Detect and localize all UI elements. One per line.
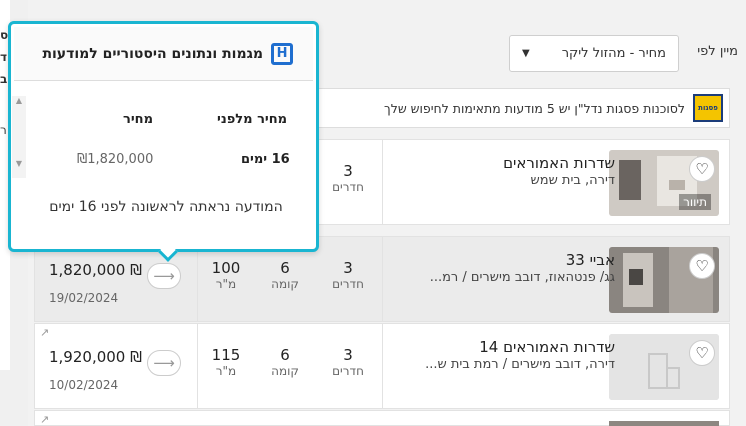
chevron-down-icon: ▼: [522, 48, 530, 59]
scroll-up-icon[interactable]: ▲: [12, 96, 26, 105]
popup-title: מגמות ונתונים היסטוריים למודעות: [42, 45, 263, 62]
floor-value: 6: [280, 346, 290, 364]
rooms-label: חדרים: [332, 364, 364, 378]
listing-tag: תיוור: [679, 194, 711, 210]
listing-photo-placeholder[interactable]: ♡: [609, 334, 719, 400]
rooms-stat: 3 חדרים: [323, 346, 373, 378]
col-price-header: מחיר: [123, 112, 153, 127]
divider: [382, 237, 383, 321]
listing-title: שדרות האמוראים 14: [479, 338, 615, 356]
rooms-value: 3: [343, 259, 353, 277]
size-value: 115: [211, 346, 241, 364]
arrow-right-icon[interactable]: ⟶: [147, 350, 181, 376]
listing-address[interactable]: שדרות האמוראים 14 דירה, דובב מישרים / רמ…: [383, 338, 615, 372]
rooms-value: 3: [343, 346, 353, 364]
listing-date: 10/02/2024: [49, 378, 119, 392]
floor-stat: 6 קומה: [260, 346, 310, 378]
floor-label: קומה: [271, 364, 299, 378]
left-fragment-label: ר: [0, 123, 7, 137]
floor-label: קומה: [271, 277, 299, 291]
divider: [197, 324, 198, 408]
arrow-right-icon[interactable]: ⟶: [147, 263, 181, 289]
popup-scrollbar[interactable]: ▲ ▼: [12, 96, 26, 178]
listing-photo[interactable]: ♡ תיוור: [609, 150, 719, 216]
favorite-heart-icon[interactable]: ♡: [689, 156, 715, 182]
size-stat: 100 מ"ר: [201, 259, 251, 291]
listing-title: אביי 33: [565, 251, 615, 269]
rooms-stat: 3 חדרים: [323, 259, 373, 291]
size-stat: 115 מ"ר: [201, 346, 251, 378]
floor-value: 6: [280, 259, 290, 277]
listing-title: שדרות האמוראים: [503, 154, 615, 172]
listing-subtitle: דירה, בית שמש: [530, 173, 615, 188]
agency-logo: פסגות: [693, 94, 723, 122]
size-value: 100: [211, 259, 241, 277]
listing-photo[interactable]: ♡: [609, 247, 719, 313]
listing-price: 1,820,000 ₪: [49, 261, 142, 279]
external-link-icon[interactable]: ↗: [40, 326, 49, 339]
scroll-down-icon[interactable]: ▼: [12, 159, 26, 168]
sort-select[interactable]: מחיר - מהזול ליקר ▼: [509, 35, 679, 72]
size-label: מ"ר: [215, 364, 237, 378]
external-link-icon[interactable]: ↗: [40, 413, 49, 426]
rooms-value: 3: [343, 162, 353, 180]
divider: [382, 140, 383, 224]
days-cell: 16 ימים: [241, 152, 290, 167]
favorite-heart-icon[interactable]: ♡: [689, 253, 715, 279]
agency-promo-banner[interactable]: פסגות לסוכנות פסגות נדל"ן יש 5 מודעות מת…: [316, 88, 730, 128]
favorite-heart-icon[interactable]: ♡: [689, 340, 715, 366]
listing-card[interactable]: ↗ ♡ שדרות האמוראים 14 דירה, דובב מישרים …: [34, 323, 730, 409]
popup-footer: המודעה נראתה לראשונה לפני 16 ימים: [49, 199, 283, 215]
sort-select-value: מחיר - מהזול ליקר: [561, 46, 666, 61]
rooms-label: חדרים: [332, 277, 364, 291]
listing-date: 19/02/2024: [49, 291, 119, 305]
listing-subtitle: גג/ פנטהאוז, דובב מישרים / רמ...: [429, 270, 615, 285]
popup-header: H מגמות ונתונים היסטוריים למודעות: [14, 27, 313, 81]
brand-logo-icon: H: [271, 42, 293, 65]
listing-price: 1,920,000 ₪: [49, 348, 142, 366]
price-cell: ₪1,820,000: [77, 152, 154, 167]
price-history-popup: H מגמות ונתונים היסטוריים למודעות ▲ ▼ מח…: [8, 21, 319, 262]
rooms-label: חדרים: [332, 180, 364, 194]
divider: [382, 324, 383, 408]
col-before-header: מחיר מלפני: [217, 112, 288, 127]
sort-label: מיין לפי: [697, 44, 738, 59]
promo-text: לסוכנות פסגות נדל"ן יש 5 מודעות מתאימות …: [384, 100, 685, 116]
listing-address[interactable]: אביי 33 גג/ פנטהאוז, דובב מישרים / רמ...: [383, 251, 615, 285]
rooms-stat: 3 חדרים: [323, 162, 373, 194]
listing-photo[interactable]: [609, 421, 719, 426]
floor-stat: 6 קומה: [260, 259, 310, 291]
listing-address[interactable]: שדרות האמוראים דירה, בית שמש: [383, 154, 615, 188]
listing-subtitle: דירה, דובב מישרים / רמת בית ש...: [425, 357, 615, 372]
size-label: מ"ר: [215, 277, 237, 291]
listing-card-partial[interactable]: ↗: [34, 410, 730, 426]
